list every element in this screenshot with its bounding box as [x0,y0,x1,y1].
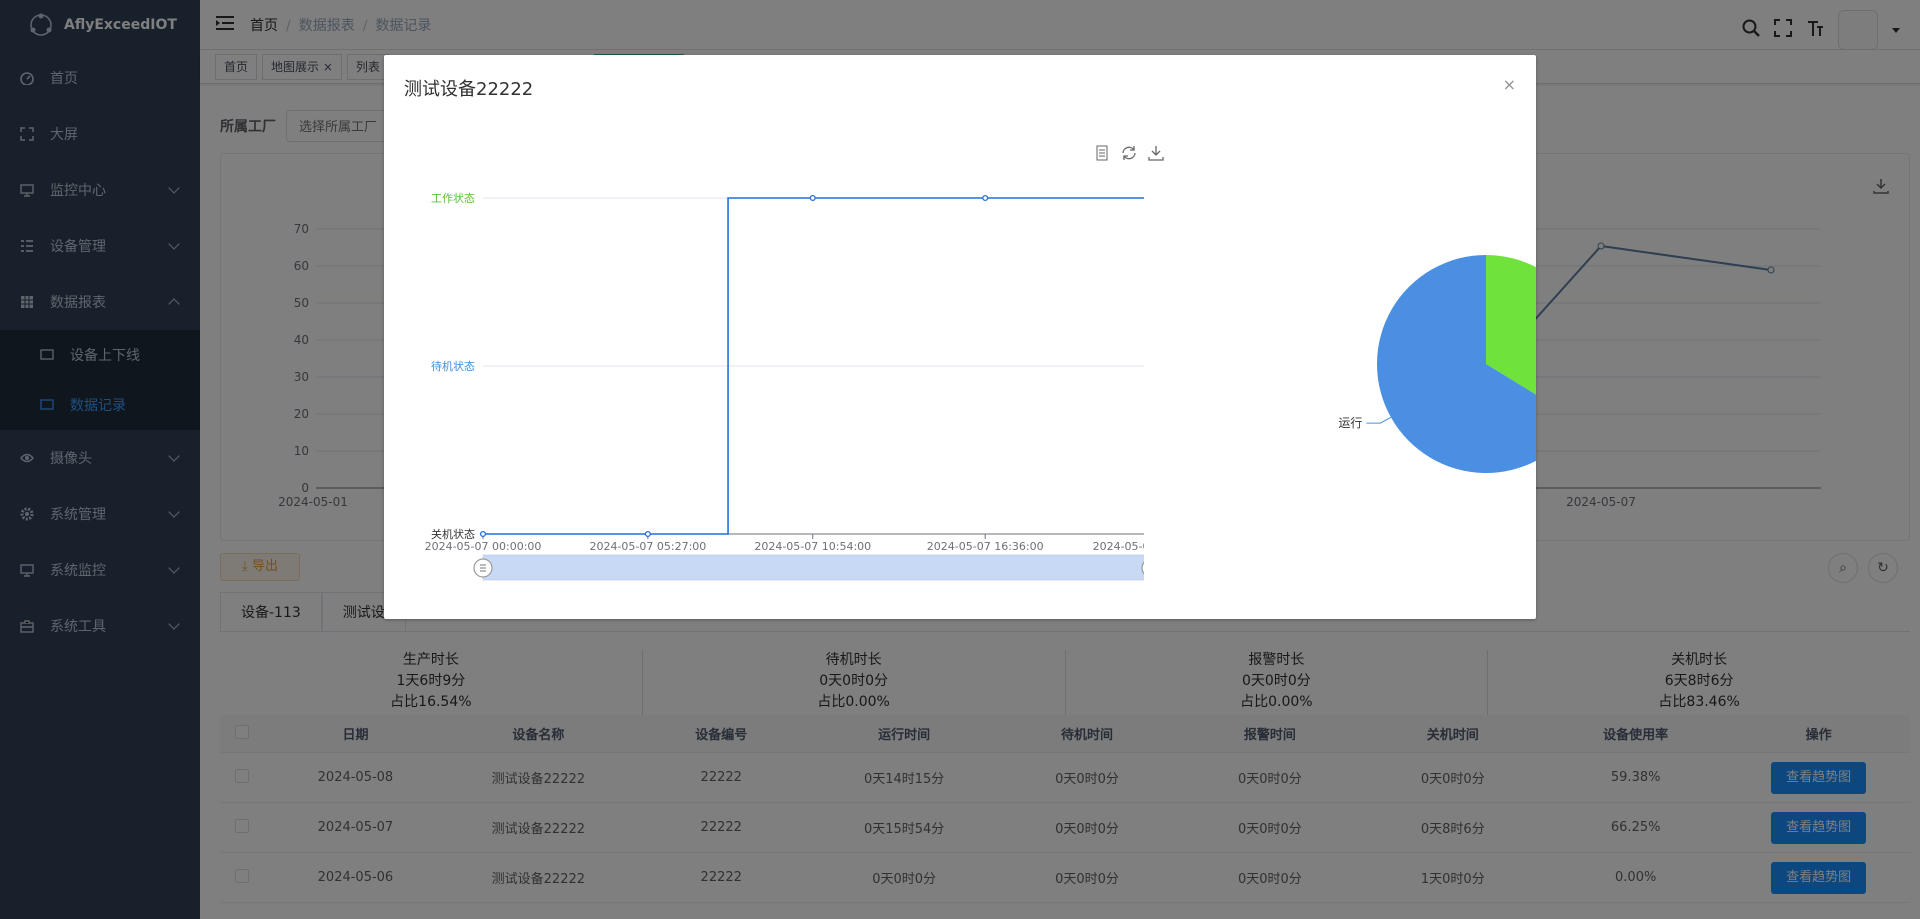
status-pie-chart: 关机运行 [1338,255,1536,473]
pie-label-line [1366,416,1392,424]
x-tick-label: 2024-05-07 10:54:00 [754,540,871,553]
trend-dialog: 测试设备22222 × 关机状态 待机状态 工作状态 2024-05-07 00:00… [384,55,1536,619]
y-category-label: 关机状态 [431,527,475,541]
status-step-chart: 关机状态 待机状态 工作状态 2024-05-07 00:00:00 2024-05-0… [425,191,1144,581]
x-tick-label: 2024-05-07 16:36:00 [927,540,1044,553]
y-category-label: 工作状态 [431,191,475,205]
x-tick-label: 2024-05-07 05:27:00 [589,540,706,553]
datazoom-selection[interactable] [483,555,1144,580]
status-point [479,530,487,538]
y-category-label: 待机状态 [431,359,475,373]
x-tick-label: 2024-05-07 00:00:00 [425,540,542,553]
status-point [644,530,651,538]
status-point [982,194,989,202]
datazoom-handle[interactable] [473,558,493,578]
pie-label: 运行 [1338,416,1362,430]
status-point [809,194,816,202]
x-tick-label: 2024-05-07 22:18:00 [1093,540,1144,553]
